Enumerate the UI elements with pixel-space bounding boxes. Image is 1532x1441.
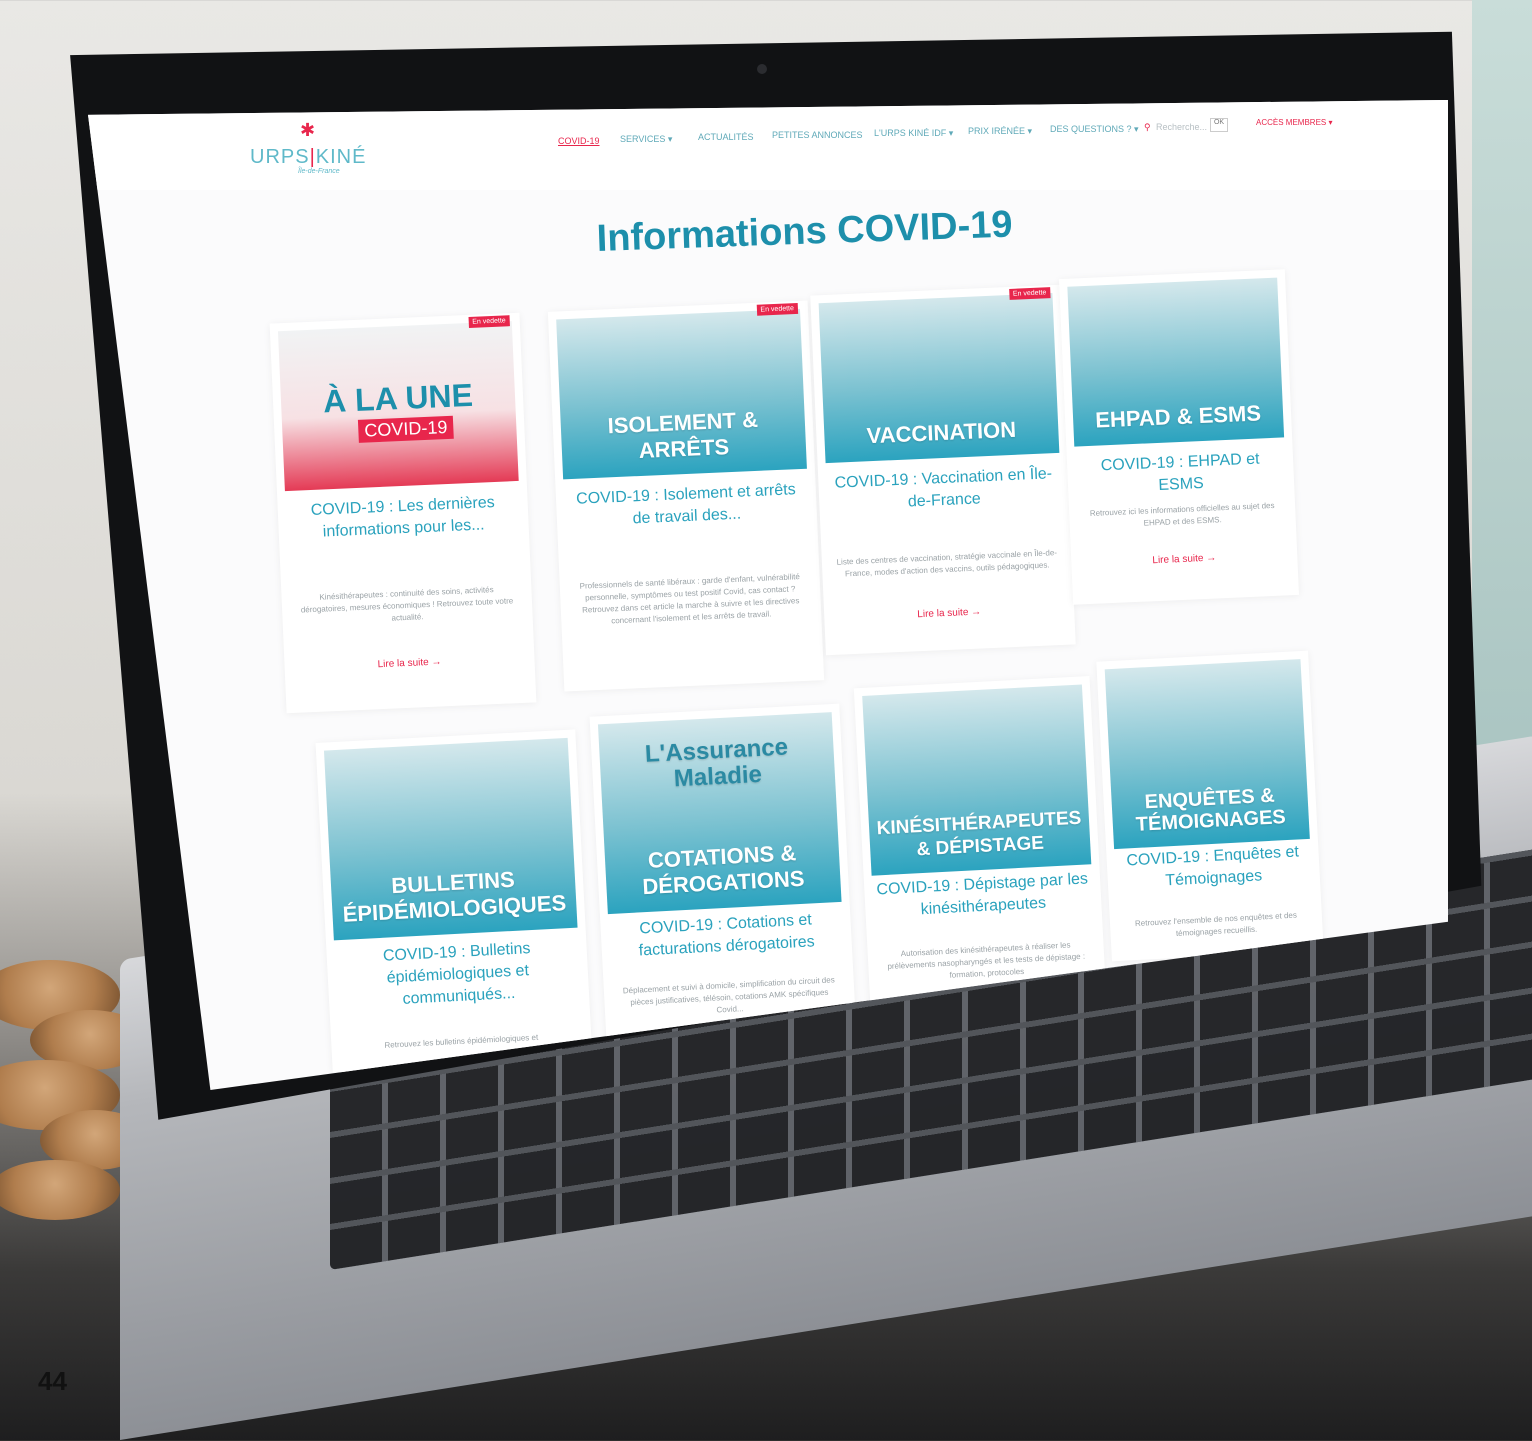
page-title: Informations COVID-19	[596, 203, 1014, 260]
nav-covid19[interactable]: COVID-19	[558, 136, 600, 146]
page-number: 44	[38, 1366, 67, 1396]
article-card[interactable]: VACCINATION En vedette COVID-19 : Vaccin…	[810, 284, 1076, 656]
card-excerpt: Retrouvez l'ensemble de nos enquêtes et …	[1134, 910, 1298, 938]
card-image: À LA UNE COVID-19	[277, 321, 519, 492]
nav-prix-irenee[interactable]: PRIX IRÉNÉE ▾	[968, 126, 1032, 137]
card-image-heading: BULLETINS ÉPIDÉMIOLOGIQUES	[342, 866, 567, 927]
card-image: KINÉSITHÉRAPEUTES & DÉPISTAGE	[862, 684, 1092, 876]
card-image-heading: VACCINATION	[866, 416, 1017, 449]
logo-wordmark: URPS|KINÉ	[250, 146, 366, 169]
card-title[interactable]: COVID-19 : Enquêtes et Témoignages	[1116, 841, 1310, 895]
site-navbar: ✱ URPS|KINÉ Île-de-France COVID-19 SERVI…	[88, 100, 1448, 190]
site-logo[interactable]: ✱ URPS|KINÉ Île-de-France	[250, 120, 365, 180]
card-excerpt: Kinésithérapeutes : continuité des soins…	[300, 585, 514, 623]
nav-des-questions[interactable]: DES QUESTIONS ? ▾	[1050, 124, 1139, 135]
card-image-heading: ENQUÊTES & TÉMOIGNAGES	[1135, 784, 1287, 836]
featured-badge: En vedette	[756, 302, 799, 316]
card-title[interactable]: COVID-19 : Bulletins épidémiologiques et…	[336, 936, 579, 1014]
card-excerpt: Retrouvez ici les informations officiell…	[1089, 500, 1275, 528]
card-title[interactable]: COVID-19 : Isolement et arrêts de travai…	[566, 479, 808, 533]
card-image: ENQUÊTES & TÉMOIGNAGES	[1104, 659, 1310, 850]
article-card[interactable]: ENQUÊTES & TÉMOIGNAGES COVID-19 : Enquêt…	[1096, 650, 1324, 962]
card-image: BULLETINS ÉPIDÉMIOLOGIQUES	[323, 737, 578, 941]
card-title[interactable]: COVID-19 : Les dernières informations po…	[287, 491, 519, 545]
logo-word-left: URPS	[250, 146, 310, 168]
members-access-button[interactable]: ACCÈS MEMBRES ▾	[1256, 118, 1332, 127]
search-ok-button[interactable]: OK	[1210, 118, 1228, 132]
featured-badge: En vedette	[468, 315, 510, 328]
logo-star-icon: ✱	[300, 120, 316, 140]
card-title[interactable]: COVID-19 : EHPAD et ESMS	[1077, 447, 1285, 500]
card-excerpt: Professionnels de santé libéraux : garde…	[579, 572, 800, 626]
article-card[interactable]: EHPAD & ESMS COVID-19 : EHPAD et ESMS Re…	[1058, 269, 1300, 605]
logo-subtitle: Île-de-France	[298, 168, 340, 175]
background-wall	[1472, 0, 1532, 800]
article-card[interactable]: ISOLEMENT & ARRÊTS En vedette COVID-19 :…	[547, 300, 825, 692]
logo-word-right: KINÉ	[315, 146, 367, 168]
article-card[interactable]: KINÉSITHÉRAPEUTES & DÉPISTAGE COVID-19 :…	[853, 676, 1107, 1008]
card-image-heading: COTATIONS & DÉROGATIONS	[641, 840, 806, 900]
card-image: VACCINATION	[818, 293, 1060, 464]
card-image: ISOLEMENT & ARRÊTS	[556, 308, 807, 480]
card-image-heading: KINÉSITHÉRAPEUTES & DÉPISTAGE	[876, 807, 1082, 861]
article-card[interactable]: À LA UNE COVID-19 En vedette COVID-19 : …	[269, 312, 537, 714]
article-card[interactable]: L'Assurance Maladie COTATIONS & DÉROGATI…	[589, 703, 857, 1047]
card-title[interactable]: COVID-19 : Vaccination en Île-de-France	[828, 463, 1060, 517]
card-image: EHPAD & ESMS	[1067, 277, 1285, 447]
card-excerpt: Liste des centres de vaccination, straté…	[836, 548, 1058, 579]
nav-petites-annonces[interactable]: PETITES ANNONCES	[772, 130, 863, 140]
card-image-heading: EHPAD & ESMS	[1094, 400, 1262, 433]
read-more-link[interactable]: Lire la suite →	[1071, 549, 1297, 570]
card-title[interactable]: COVID-19 : Cotations et facturations dér…	[610, 908, 842, 964]
wood-slice	[0, 1160, 120, 1220]
nav-actualites[interactable]: ACTUALITÉS	[698, 132, 754, 142]
card-image-tag: COVID-19	[357, 415, 454, 443]
read-more-link[interactable]: Lire la suite →	[824, 602, 1074, 624]
card-image-heading: À LA UNE	[322, 376, 474, 420]
card-image-overlay: L'Assurance Maladie	[644, 733, 789, 793]
search-input[interactable]: Recherche...	[1156, 122, 1207, 132]
search-icon[interactable]: ⚲	[1144, 122, 1151, 133]
read-more-link[interactable]: Lire la suite →	[284, 652, 534, 674]
featured-badge: En vedette	[1008, 287, 1051, 300]
article-card[interactable]: BULLETINS ÉPIDÉMIOLOGIQUES COVID-19 : Bu…	[315, 729, 593, 1073]
card-image: L'Assurance Maladie COTATIONS & DÉROGATI…	[597, 712, 842, 915]
card-image-heading: ISOLEMENT & ARRÊTS	[607, 406, 759, 464]
nav-services[interactable]: SERVICES ▾	[620, 134, 672, 145]
laptop-screen: ✱ URPS|KINÉ Île-de-France COVID-19 SERVI…	[88, 100, 1448, 1090]
nav-urps-kine-idf[interactable]: L'URPS KINÉ IDF ▾	[874, 128, 953, 139]
card-title[interactable]: COVID-19 : Dépistage par les kinésithéra…	[874, 868, 1092, 923]
webcam-icon	[757, 64, 767, 74]
